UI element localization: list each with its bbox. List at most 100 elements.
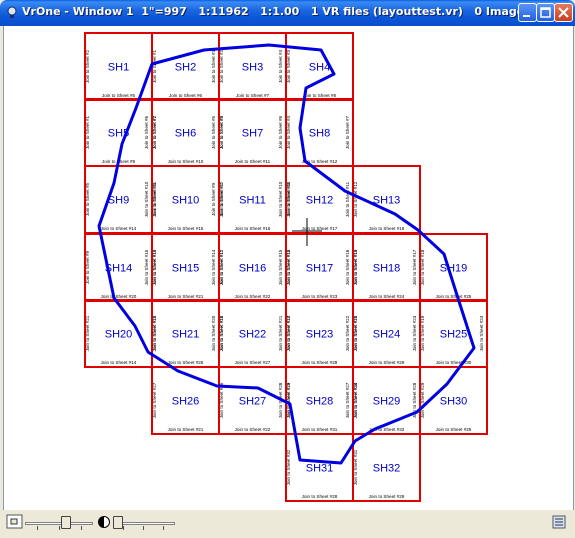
sheet-sh19[interactable]: SH19 Join to Sheet #25 Join to Sheet #18 bbox=[419, 233, 488, 302]
join-note-bottom: Join to Sheet #5 bbox=[102, 93, 136, 98]
join-note-left: Join to Sheet #3 bbox=[286, 49, 291, 83]
sheet-label: SH21 bbox=[172, 329, 200, 341]
brightness-slider[interactable] bbox=[113, 516, 175, 530]
join-note-right: Join to Sheet #15 bbox=[144, 249, 149, 285]
close-button[interactable] bbox=[554, 3, 573, 22]
sheet-sh7[interactable]: SH7Join to Sheet #11Join to Sheet #3 Join… bbox=[218, 98, 287, 167]
join-note-left: Join to Sheet #19 bbox=[353, 249, 358, 285]
join-note-left: Join to Sheet #1 bbox=[85, 115, 90, 149]
sheet-sh17[interactable]: SH17Join to Sheet #23Join to Sheet #12 Jo… bbox=[285, 233, 354, 302]
sheet-sh28[interactable]: SH28Join to Sheet #31Join to Sheet #23 Jo… bbox=[285, 366, 354, 435]
join-note-right: Join to Sheet #14 bbox=[211, 249, 216, 285]
join-note-left: Join to Sheet #21 bbox=[85, 315, 90, 351]
join-note-right: Join to Sheet #27 bbox=[345, 382, 350, 418]
drawing-canvas[interactable]: SH1 Join to Sheet #5 Join to Sheet #2 SH2 Jo… bbox=[3, 26, 574, 510]
join-note-left: Join to Sheet #2 bbox=[219, 49, 224, 83]
join-note-left: Join to Sheet #13 bbox=[286, 181, 291, 217]
join-note-left: Join to Sheet #18 bbox=[420, 249, 425, 285]
join-note-bottom: Join to Sheet #30 bbox=[436, 360, 472, 365]
join-note-right: Join to Sheet #10 bbox=[144, 181, 149, 217]
join-note-right: Join to Sheet #3 bbox=[211, 49, 216, 83]
maximize-icon bbox=[540, 7, 551, 18]
maximize-button[interactable] bbox=[536, 3, 555, 22]
sheet-label: SH18 bbox=[373, 263, 401, 275]
sheet-label: SH12 bbox=[306, 195, 334, 207]
sheet-sh10[interactable]: SH10Join to Sheet #15Join to Sheet #6 Joi… bbox=[151, 165, 220, 234]
sheet-sh21[interactable]: SH21Join to Sheet #26Join to Sheet #15 Jo… bbox=[151, 299, 220, 368]
sheet-label: SH31 bbox=[306, 463, 334, 475]
join-note-left: Join to Sheet #12 bbox=[219, 181, 224, 217]
sheet-sh23[interactable]: SH23Join to Sheet #28Join to Sheet #17 Jo… bbox=[285, 299, 354, 368]
zoom-slider[interactable] bbox=[25, 516, 93, 530]
join-note-right: Join to Sheet #17 bbox=[412, 249, 417, 285]
sheet-sh2[interactable]: SH2Join to Sheet #6Join to Sheet #1 Join … bbox=[151, 32, 220, 101]
join-note-bottom: Join to Sheet #24 bbox=[369, 294, 405, 299]
sheet-label: SH11 bbox=[239, 195, 266, 207]
sheet-sh32[interactable]: SH32 Join to Sheet #29 Join to Sheet #31 bbox=[352, 433, 421, 502]
join-note-left: Join to Sheet #27 bbox=[152, 382, 157, 418]
sheet-sh12[interactable]: SH12Join to Sheet #17Join to Sheet #8 Joi… bbox=[285, 165, 354, 234]
sheet-sh9[interactable]: SH9 Join to Sheet #14 Join to Sheet #5 Join… bbox=[84, 165, 153, 234]
sheet-label: SH8 bbox=[309, 128, 330, 140]
sheet-label: SH22 bbox=[239, 329, 267, 341]
sheet-sh27[interactable]: SH27Join to Sheet #22Join to Sheet #26 Jo… bbox=[218, 366, 287, 435]
sheets-layer: SH1 Join to Sheet #5 Join to Sheet #2 SH2 Jo… bbox=[84, 32, 488, 502]
sheet-label: SH30 bbox=[440, 396, 468, 408]
sheet-sh8[interactable]: SH8Join to Sheet #12Join to Sheet #4 Join… bbox=[285, 98, 354, 167]
sheet-sh26[interactable]: SH26 Join to Sheet #21 Join to Sheet #27 bbox=[151, 366, 220, 435]
join-note-left: Join to Sheet #19 bbox=[420, 315, 425, 351]
sheet-label: SH28 bbox=[306, 396, 334, 408]
status-bar bbox=[3, 510, 572, 535]
join-note-right: Join to Sheet #20 bbox=[211, 315, 216, 351]
sheet-label: SH32 bbox=[373, 463, 401, 475]
close-icon bbox=[558, 7, 569, 18]
join-note-right: Join to Sheet #21 bbox=[278, 315, 283, 351]
sheet-sh25[interactable]: SH25 Join to Sheet #30 Join to Sheet #19 Jo… bbox=[419, 299, 488, 368]
sheet-label: SH27 bbox=[239, 396, 267, 408]
minimize-button[interactable] bbox=[518, 3, 537, 22]
join-note-left: Join to Sheet #29 bbox=[420, 382, 425, 418]
brightness-slider-thumb[interactable] bbox=[113, 516, 123, 529]
sheet-label: SH25 bbox=[440, 329, 468, 341]
sheet-sh18[interactable]: SH18Join to Sheet #24Join to Sheet #13 Jo… bbox=[352, 233, 421, 302]
layers-icon[interactable] bbox=[552, 515, 566, 529]
join-note-bottom: Join to Sheet #7 bbox=[236, 93, 270, 98]
join-note-right: Join to Sheet #10 bbox=[278, 181, 283, 217]
sheet-sh16[interactable]: SH16Join to Sheet #22Join to Sheet #11 Jo… bbox=[218, 233, 287, 302]
contrast-icon[interactable] bbox=[97, 515, 111, 529]
join-note-left: Join to Sheet #31 bbox=[353, 449, 358, 485]
app-icon[interactable] bbox=[5, 5, 19, 19]
sheet-label: SH19 bbox=[440, 263, 468, 275]
sheet-label: SH2 bbox=[175, 62, 196, 74]
sheet-label: SH24 bbox=[373, 329, 401, 341]
join-note-left: Join to Sheet #5 bbox=[85, 182, 90, 216]
join-note-bottom: Join to Sheet #28 bbox=[302, 494, 338, 499]
join-note-bottom: Join to Sheet #11 bbox=[235, 159, 271, 164]
sheet-label: SH7 bbox=[242, 128, 263, 140]
sheet-sh15[interactable]: SH15Join to Sheet #21Join to Sheet #10 Jo… bbox=[151, 233, 220, 302]
title-bar[interactable]: VrOne - Window 1 1"=997 1:11962 1:1.00 1… bbox=[0, 0, 575, 26]
sheet-sh4[interactable]: SH4Join to Sheet #8Join to Sheet #3 bbox=[285, 32, 354, 101]
sheet-sh20[interactable]: SH20 Join to Sheet #14 Join to Sheet #21 bbox=[84, 299, 153, 368]
join-note-bottom: Join to Sheet #8 bbox=[303, 93, 337, 98]
slider-tick bbox=[81, 526, 82, 530]
sheet-sh6[interactable]: SH6Join to Sheet #10Join to Sheet #2 Join… bbox=[151, 98, 220, 167]
join-note-bottom: Join to Sheet #22 bbox=[235, 427, 271, 432]
join-note-left: Join to Sheet #32 bbox=[286, 449, 291, 485]
join-note-bottom: Join to Sheet #27 bbox=[235, 360, 271, 365]
join-note-left: Join to Sheet #16 bbox=[152, 249, 157, 285]
join-note-right: Join to Sheet #9 bbox=[211, 182, 216, 216]
slider-tick bbox=[163, 526, 164, 530]
sheet-sh24[interactable]: SH24Join to Sheet #29Join to Sheet #18 Jo… bbox=[352, 299, 421, 368]
sheet-sh11[interactable]: SH11Join to Sheet #16Join to Sheet #7 Joi… bbox=[218, 165, 287, 234]
sheet-sh14[interactable]: SH14Join to Sheet #20Join to Sheet #9 Joi… bbox=[84, 233, 153, 302]
frame-icon[interactable] bbox=[6, 514, 24, 530]
zoom-slider-thumb[interactable] bbox=[61, 516, 71, 529]
sheet-sh3[interactable]: SH3 Join to Sheet #7 Join to Sheet #2 Join … bbox=[218, 32, 287, 101]
sheet-layout-drawing[interactable]: SH1 Join to Sheet #5 Join to Sheet #2 SH2 Jo… bbox=[4, 26, 573, 510]
sheet-label: SH15 bbox=[172, 263, 200, 275]
sheet-label: SH6 bbox=[175, 128, 196, 140]
sheet-sh22[interactable]: SH22Join to Sheet #27Join to Sheet #16 Jo… bbox=[218, 299, 287, 368]
join-note-bottom: Join to Sheet #21 bbox=[168, 294, 204, 299]
sheet-label: SH1 bbox=[108, 62, 129, 74]
